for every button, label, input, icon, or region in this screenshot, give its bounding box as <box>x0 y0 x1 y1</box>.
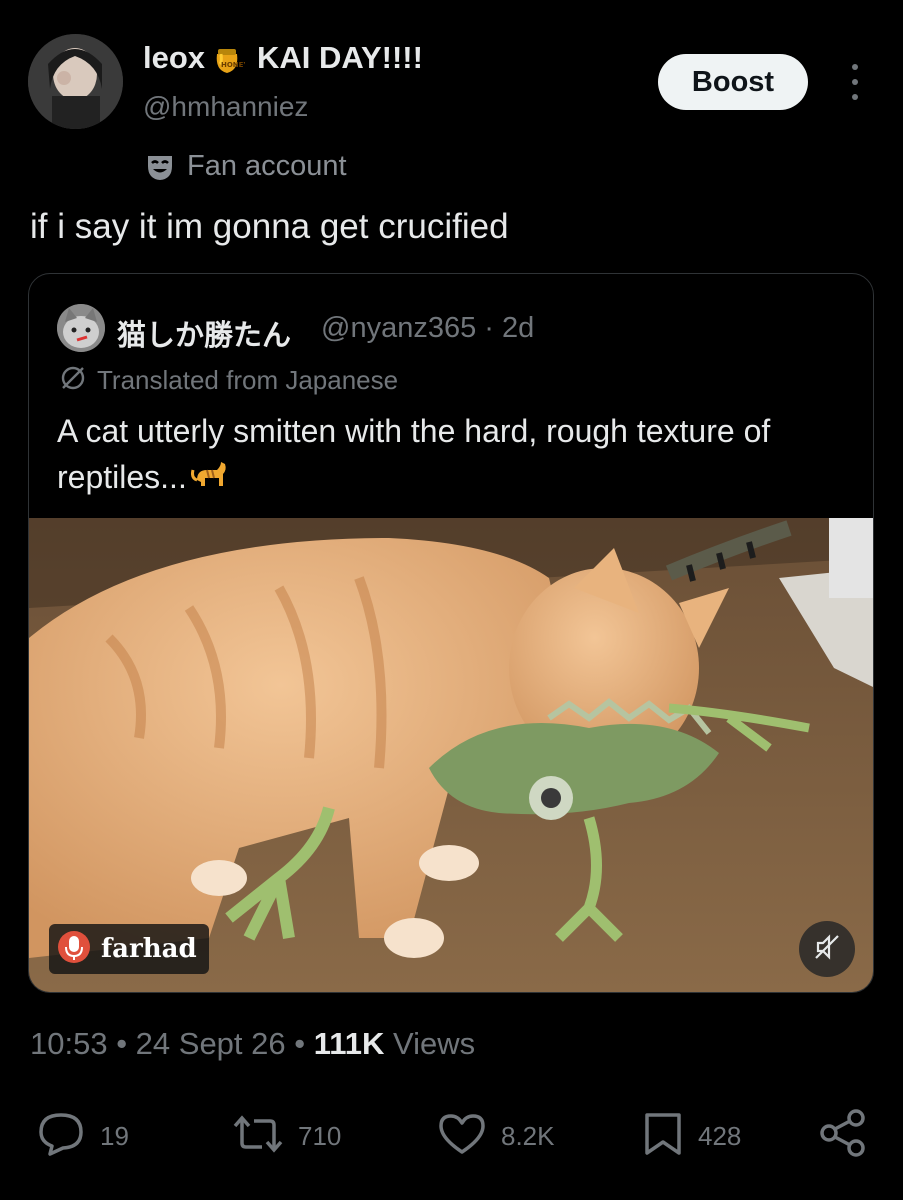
post-date: 24 Sept 26 <box>135 1026 286 1061</box>
views-label: Views <box>384 1026 476 1061</box>
author-name-suffix: KAI DAY!!!! <box>257 40 423 75</box>
fan-account-text: Fan account <box>187 150 347 182</box>
quoted-text: A cat utterly smitten with the hard, rou… <box>57 408 857 504</box>
reply-button[interactable]: 19 <box>36 1111 129 1162</box>
quoted-text-body: A cat utterly smitten with the hard, rou… <box>57 413 771 495</box>
heart-icon <box>437 1111 487 1162</box>
meta-separator: • <box>107 1026 136 1061</box>
translate-icon <box>59 364 87 397</box>
honey-pot-icon: HONEY <box>209 40 249 76</box>
video-player[interactable]: farhad <box>29 518 873 992</box>
post-time: 10:53 <box>30 1026 108 1061</box>
watermark-text: farhad <box>101 934 197 964</box>
translated-text: Translated from Japanese <box>97 365 399 395</box>
post-meta: 10:53 • 24 Sept 26 • 111K Views <box>30 1026 475 1062</box>
reply-count: 19 <box>100 1121 129 1151</box>
reply-icon <box>36 1111 86 1162</box>
quoted-author-name[interactable]: 猫しか勝たん <box>117 312 291 354</box>
boost-button[interactable]: Boost <box>658 54 808 110</box>
cat-icon <box>190 458 229 504</box>
author-avatar[interactable] <box>28 34 123 129</box>
author-handle[interactable]: @hmhanniez <box>143 91 308 123</box>
watermark-badge: farhad <box>49 924 209 974</box>
repost-button[interactable]: 710 <box>232 1111 341 1162</box>
bookmark-button[interactable]: 428 <box>642 1111 741 1162</box>
share-button[interactable] <box>818 1108 868 1163</box>
mute-button[interactable] <box>799 921 855 977</box>
svg-text:HONEY: HONEY <box>221 61 245 69</box>
like-button[interactable]: 8.2K <box>437 1111 555 1162</box>
quoted-post[interactable]: 猫しか勝たん @nyanz365 · 2d Translated from Ja… <box>28 273 874 993</box>
more-options-icon[interactable] <box>840 64 870 100</box>
meta-separator: • <box>285 1026 314 1061</box>
quoted-avatar[interactable] <box>57 304 105 352</box>
bookmark-count: 428 <box>698 1121 742 1151</box>
bookmark-icon <box>642 1111 684 1162</box>
like-count: 8.2K <box>501 1121 555 1151</box>
translated-indicator[interactable]: Translated from Japanese <box>59 364 398 397</box>
tweet-text: if i say it im gonna get crucified <box>30 207 509 246</box>
video-frame-cat-iguana <box>29 518 873 992</box>
mask-icon <box>145 152 175 182</box>
microphone-icon <box>57 930 91 969</box>
muted-speaker-icon <box>812 932 842 967</box>
share-icon <box>818 1108 868 1163</box>
repost-count: 710 <box>298 1121 342 1151</box>
views-count: 111K <box>313 1026 385 1061</box>
fan-account-label: Fan account <box>145 150 347 183</box>
author-display-name[interactable]: leox HONEY KAI DAY!!!! <box>143 40 423 76</box>
repost-icon <box>232 1111 284 1162</box>
quoted-handle-time[interactable]: @nyanz365 · 2d <box>321 312 534 345</box>
author-name-text: leox <box>143 40 206 75</box>
